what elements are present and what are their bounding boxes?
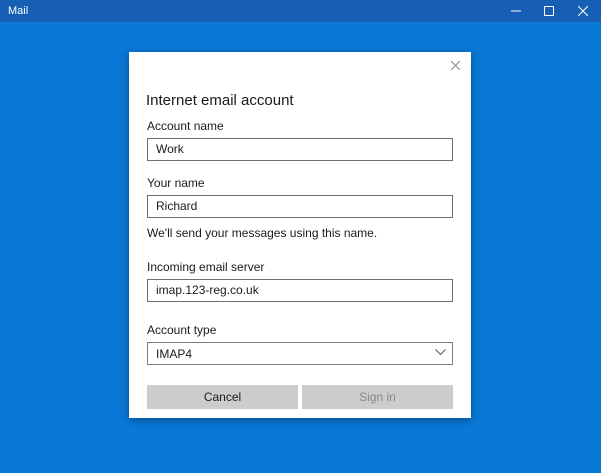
title-bar[interactable]: Mail xyxy=(0,0,601,22)
account-type-dropdown[interactable]: IMAP4 xyxy=(147,342,453,365)
account-type-value: IMAP4 xyxy=(156,347,193,361)
dialog-title: Internet email account xyxy=(146,92,294,109)
dialog-close-button[interactable] xyxy=(447,57,463,73)
chevron-down-icon xyxy=(435,349,446,356)
mail-window: Mail Internet email account Account name… xyxy=(0,0,601,473)
minimize-icon xyxy=(511,10,521,12)
incoming-server-input[interactable]: imap.123-reg.co.uk xyxy=(147,279,453,302)
close-icon xyxy=(450,60,460,70)
maximize-button[interactable] xyxy=(532,0,566,22)
close-window-button[interactable] xyxy=(566,0,600,22)
sign-in-button[interactable]: Sign in xyxy=(302,385,453,409)
account-name-input[interactable]: Work xyxy=(147,138,453,161)
your-name-helper-text: We'll send your messages using this name… xyxy=(147,226,378,240)
incoming-server-label: Incoming email server xyxy=(147,260,265,274)
close-icon xyxy=(578,6,588,16)
account-name-label: Account name xyxy=(147,119,224,133)
app-title: Mail xyxy=(8,5,29,17)
your-name-label: Your name xyxy=(147,176,205,190)
maximize-icon xyxy=(544,6,554,16)
account-type-label: Account type xyxy=(147,323,217,337)
cancel-button[interactable]: Cancel xyxy=(147,385,298,409)
internet-email-account-dialog: Internet email account Account name Work… xyxy=(129,52,471,418)
your-name-input[interactable]: Richard xyxy=(147,195,453,218)
minimize-button[interactable] xyxy=(499,0,533,22)
